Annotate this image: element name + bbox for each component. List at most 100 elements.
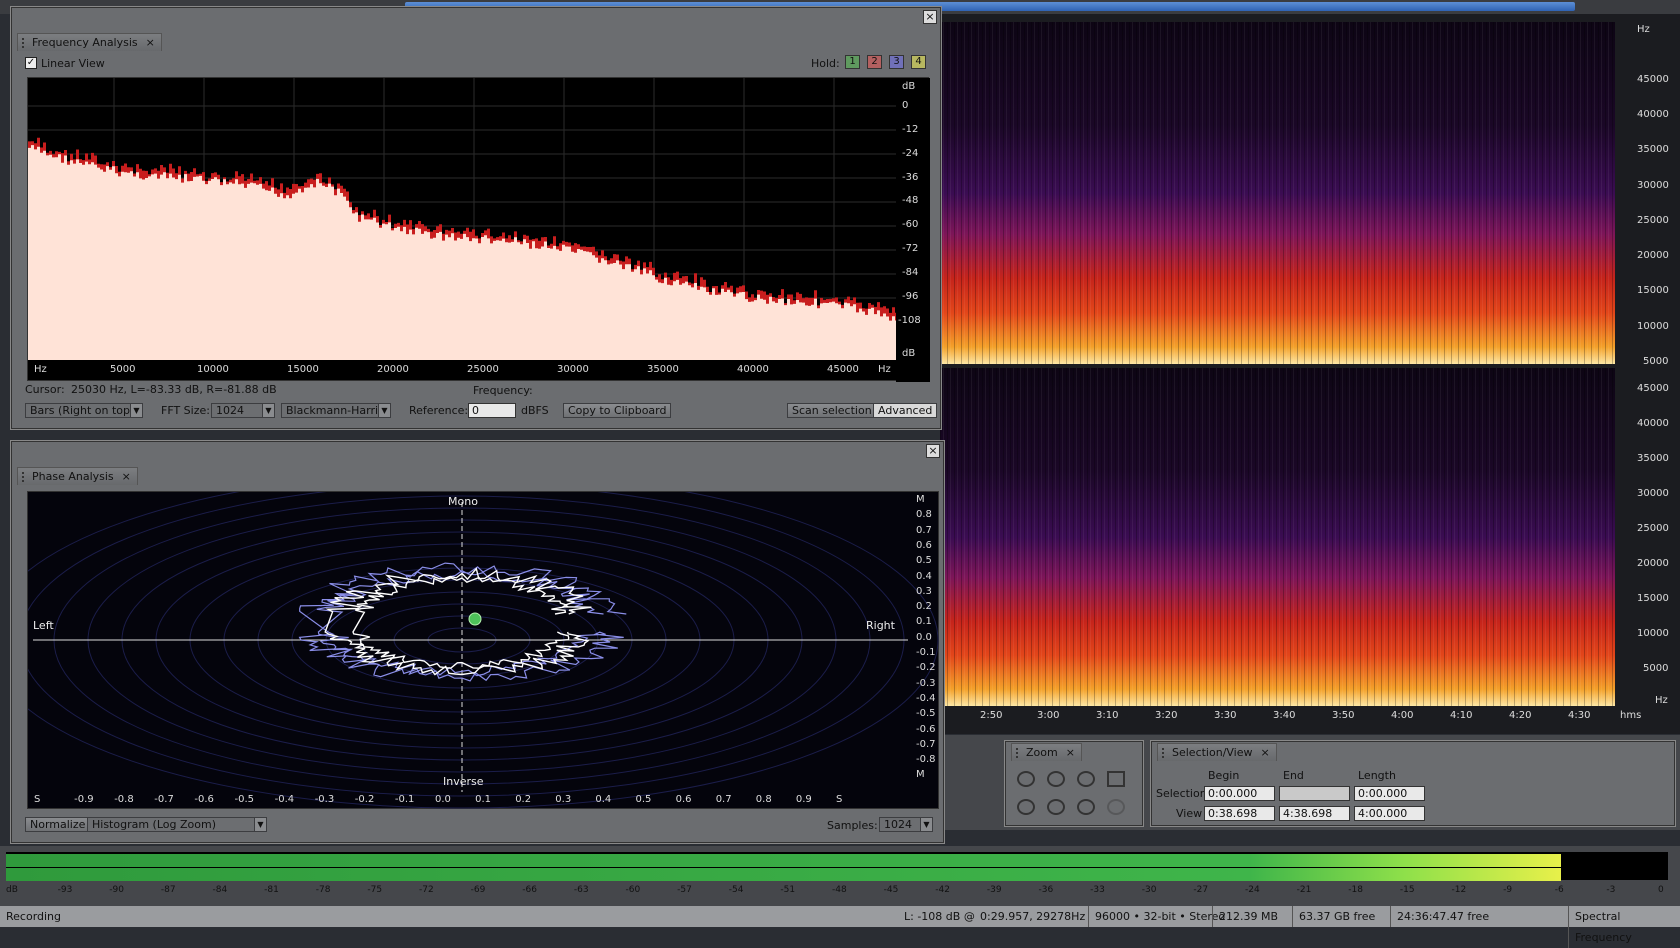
zoom-in-horizontal-icon[interactable] [1077,771,1095,787]
meter-tick: -48 [832,885,847,895]
phase-x-tick: 0.9 [795,794,812,805]
meter-tick: -6 [1554,885,1564,895]
zoom-tab[interactable]: Zoom × [1011,743,1082,761]
close-icon[interactable]: × [1066,746,1075,759]
frequency-plot[interactable]: dB 0 -12 -24 -36 -48 -60 -72 -84 -96 -10… [27,77,930,382]
meter-left-channel [6,854,1561,867]
hold-label: Hold: [811,57,840,70]
axis-label: Hz [878,364,891,375]
grip-icon [22,38,28,48]
selection-length-field[interactable]: 0:00.000 [1354,786,1425,801]
phase-plot[interactable]: Mono Inverse Left Right M 0.8 0.7 0.6 0.5 0.4… [27,491,939,809]
axis-tick: 45000 [827,364,859,375]
zoom-panel: Zoom × [1004,740,1144,827]
axis-tick: 25000 [467,364,499,375]
normalize-button[interactable]: Normalize [25,817,91,832]
fft-size-value: 1024 [216,404,244,417]
axis-label: Hz [1637,24,1650,35]
close-window-icon[interactable]: × [923,10,937,24]
status-position: 0:29.957, 29278Hz [980,910,1086,923]
phase-x-tick: -0.9 [74,794,94,805]
hold-button-3[interactable]: 3 [889,55,904,69]
view-end-field[interactable]: 4:38.698 [1279,806,1350,821]
phase-y-tick: 0.3 [916,585,932,597]
zoom-selection-icon[interactable] [1017,799,1035,815]
spectrogram-right-channel[interactable] [940,368,1615,706]
zoom-in-right-icon[interactable] [1107,799,1125,815]
zoom-in-vertical-icon[interactable] [1017,771,1035,787]
level-meter: dB -93 -90 -87 -84 -81 -78 -75 -72 -69 -66 -63 -60 -5… [0,846,1680,906]
meter-tick: -78 [315,885,331,895]
axis-tick: 15000 [287,364,319,375]
phase-mode-select[interactable]: Histogram (Log Zoom) ▼ [87,817,267,832]
selection-end-field[interactable] [1279,786,1350,801]
samples-label: Samples: [827,819,878,832]
axis-tick: -72 [902,243,919,254]
meter-tick: -39 [986,885,1002,895]
zoom-in-left-icon[interactable] [1077,799,1095,815]
phase-x-tick: 0.0 [435,794,451,805]
meter-tick: -36 [1038,885,1054,895]
tab-label: Frequency Analysis [32,36,138,49]
x-axis: Hz 5000 10000 15000 20000 25000 30000 35… [28,360,896,380]
column-length: Length [1358,769,1396,782]
view-length-field[interactable]: 4:00.000 [1354,806,1425,821]
fft-size-select[interactable]: 1024 ▼ [211,403,275,418]
selection-view-tab[interactable]: Selection/View × [1157,743,1277,761]
y-axis: dB 0 -12 -24 -36 -48 -60 -72 -84 -96 -10… [896,78,930,382]
phase-y-tick: -0.5 [916,708,936,720]
axis-tick: 35000 [1637,144,1669,155]
frequency-analysis-tab[interactable]: Frequency Analysis × [17,33,162,51]
meter-tick: -63 [573,885,589,895]
close-window-icon[interactable]: × [926,444,940,458]
phase-x-tick: -0.2 [354,794,375,805]
phase-x-axis: S -0.9 -0.8 -0.7 -0.6 -0.5 -0.4 -0.3 -0.2 -0.1 0.0… [28,792,940,810]
phase-x-tick: -0.1 [394,794,415,805]
reference-label: Reference: [409,404,469,417]
spectrogram-hz-axis-top: Hz 45000 40000 35000 30000 25000 20000 1… [1615,14,1680,368]
spectrogram-hz-axis-bottom: 45000 40000 35000 30000 25000 20000 1500… [1615,368,1680,708]
phase-analysis-tab[interactable]: Phase Analysis × [17,467,138,485]
phase-y-tick: -0.2 [916,662,936,674]
advanced-button[interactable]: Advanced [873,403,938,418]
meter-tick: -45 [883,885,899,895]
meter-tick: -30 [1141,885,1157,895]
cursor-label: Cursor: [25,383,65,396]
grip-icon [22,472,28,482]
samples-select[interactable]: 1024 ▼ [879,817,933,832]
hold-button-2[interactable]: 2 [867,55,882,69]
meter-tick: 0 [1658,885,1664,895]
meter-tick: -51 [780,885,796,895]
zoom-region-icon[interactable] [1047,799,1065,815]
close-icon[interactable]: × [1261,746,1270,759]
view-begin-field[interactable]: 0:38.698 [1204,806,1275,821]
phase-analysis-window: × Phase Analysis × Mono Inverse Left Righ… [10,440,945,844]
reference-input[interactable]: 0 [468,403,516,418]
copy-to-clipboard-button[interactable]: Copy to Clipboard [563,403,672,418]
meter-tick: -42 [935,885,950,895]
hold-button-4[interactable]: 4 [911,55,926,69]
zoom-out-vertical-icon[interactable] [1047,771,1065,787]
linear-view-checkbox[interactable]: ✓ [25,57,37,69]
grip-icon [1162,748,1168,758]
phase-y-tick: 0.5 [916,555,932,567]
meter-right-channel [6,868,1561,881]
phase-scope-graph [28,492,939,809]
display-mode-select[interactable]: Bars (Right on top) ▼ [25,403,143,418]
window-function-select[interactable]: Blackmann-Harris ▼ [281,403,391,418]
meter-tick: -9 [1503,885,1513,895]
selection-begin-field[interactable]: 0:00.000 [1204,786,1275,801]
time-tick: 2:50 [980,710,1003,721]
phase-x-tick: S [34,794,41,805]
time-tick: 4:10 [1450,710,1473,721]
meter-tick: -75 [367,885,383,895]
hold-button-1[interactable]: 1 [845,55,860,69]
time-ruler[interactable]: 2:50 3:00 3:10 3:20 3:30 3:40 3:50 4:00 … [940,706,1680,728]
spectrogram-left-channel[interactable] [940,22,1615,364]
close-icon[interactable]: × [122,470,131,483]
scan-selection-button[interactable]: Scan selection [787,403,877,418]
axis-label: dB [902,348,916,359]
close-icon[interactable]: × [146,36,155,49]
chevron-down-icon: ▼ [378,404,390,417]
zoom-full-icon[interactable] [1107,771,1125,787]
